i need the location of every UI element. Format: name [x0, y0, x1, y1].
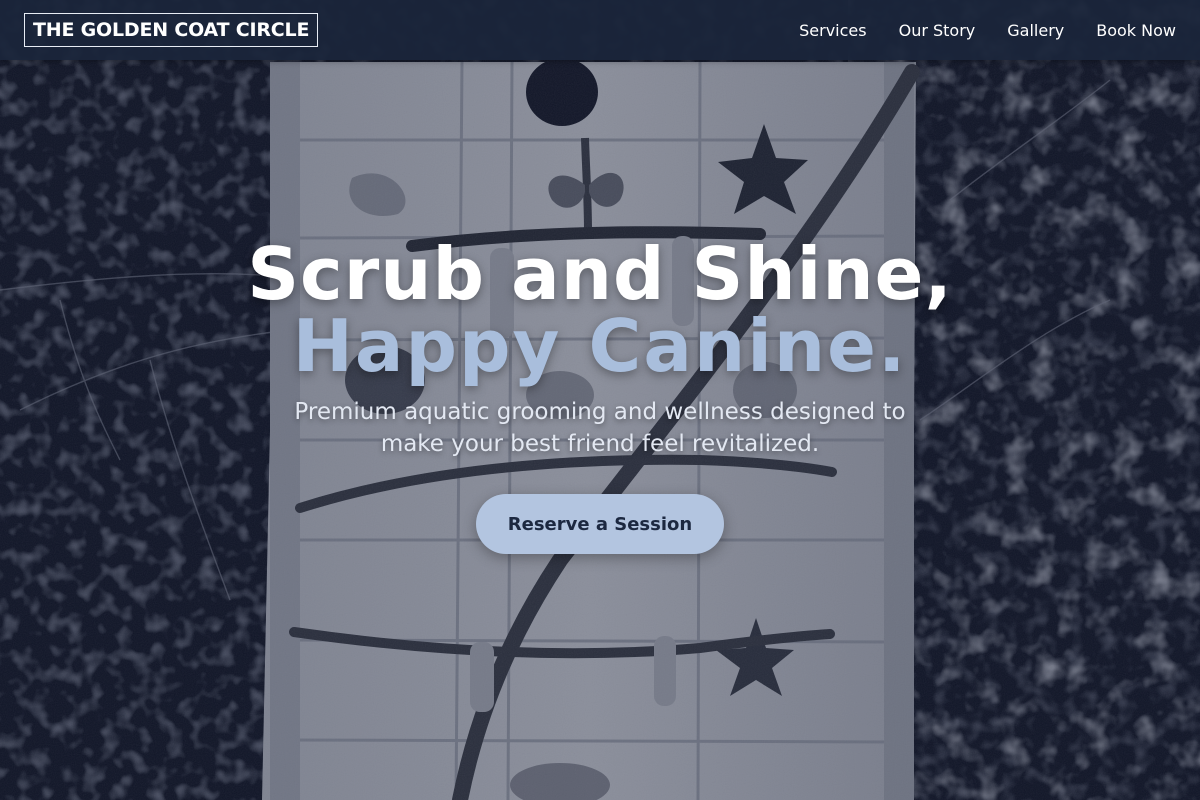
hero-headline-line2: Happy Canine.: [292, 304, 908, 388]
hero-headline: Scrub and Shine, Happy Canine.: [0, 238, 1200, 382]
top-navbar: THE GOLDEN COAT CIRCLE Services Our Stor…: [0, 0, 1200, 60]
nav-link-services[interactable]: Services: [799, 21, 866, 40]
hero-tagline: Premium aquatic grooming and wellness de…: [294, 399, 906, 457]
nav-link-our-story[interactable]: Our Story: [899, 21, 976, 40]
hero-headline-line1: Scrub and Shine,: [247, 232, 953, 316]
brand-logo[interactable]: THE GOLDEN COAT CIRCLE: [24, 13, 319, 47]
hero-section: Scrub and Shine, Happy Canine. Premium a…: [0, 238, 1200, 554]
nav-link-gallery[interactable]: Gallery: [1007, 21, 1064, 40]
main-nav: Services Our Story Gallery Book Now: [799, 0, 1176, 60]
reserve-session-button[interactable]: Reserve a Session: [476, 494, 724, 554]
nav-link-book-now[interactable]: Book Now: [1096, 21, 1176, 40]
